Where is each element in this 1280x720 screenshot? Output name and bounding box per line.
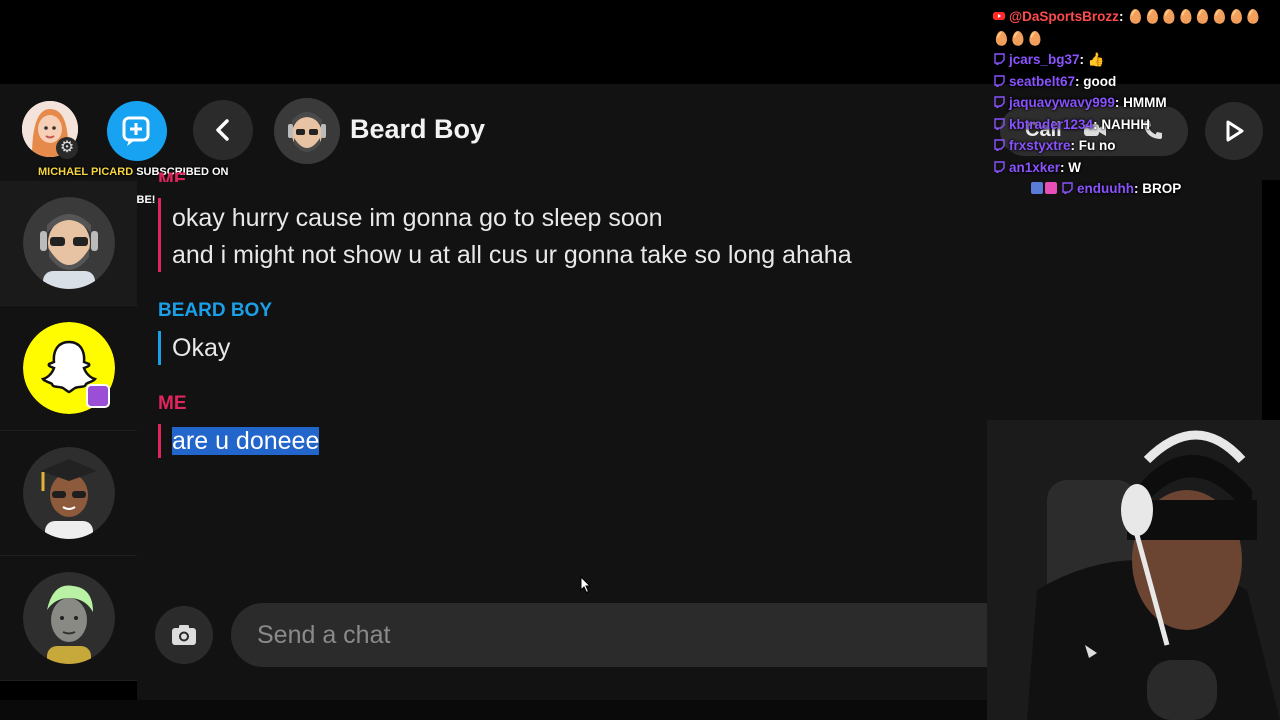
sidebar-item-team-snapchat[interactable]	[0, 306, 137, 431]
subscriber-banner: MICHAEL PICARD SUBSCRIBED ON	[38, 166, 229, 178]
message-text[interactable]: okay hurry cause im gonna go to sleep so…	[172, 204, 663, 233]
chat-line: kbtrader1234: NAHHH	[993, 114, 1273, 136]
streamer-webcam	[987, 420, 1280, 720]
chat-message: 🥚🥚🥚🥚🥚🥚🥚🥚	[1127, 9, 1262, 24]
back-button[interactable]	[193, 100, 253, 160]
chevron-left-icon	[216, 119, 229, 141]
chat-username: jaquavywavy999	[1009, 95, 1115, 110]
sidebar-item-graduate-friend[interactable]	[0, 431, 137, 556]
chat-message: Fu no	[1078, 138, 1116, 153]
youtube-icon	[993, 7, 1005, 20]
message-sender-label: ME	[158, 170, 187, 182]
beard-boy-avatar	[23, 197, 115, 289]
chat-line: 🥚🥚🥚	[993, 28, 1273, 50]
message-text-selected[interactable]: are u doneee	[172, 427, 320, 455]
chat-line: jaquavywavy999: HMMM	[993, 92, 1273, 114]
twitch-icon	[993, 50, 1005, 67]
graduate-friend-avatar	[23, 447, 115, 539]
gear-icon[interactable]: ⚙	[56, 137, 78, 159]
message-text[interactable]: Okay	[172, 334, 230, 363]
chat-message: NAHHH	[1101, 116, 1151, 132]
snapchat-plus-badge	[86, 384, 110, 408]
message-sender-label: BEARD BOY	[158, 300, 273, 321]
message-bar	[158, 331, 161, 365]
chat-message: good	[1083, 73, 1117, 89]
message-bar	[158, 198, 161, 272]
chat-username: frxstyxtre	[1009, 138, 1071, 153]
green-hair-friend-avatar	[23, 572, 115, 664]
chat-line: @DaSportsBrozz: 🥚🥚🥚🥚🥚🥚🥚🥚	[993, 6, 1273, 28]
sidebar-item-beard-boy[interactable]	[0, 181, 137, 306]
chat-message: BROP	[1142, 181, 1182, 196]
chat-input[interactable]	[231, 603, 1051, 667]
sidebar-item-green-hair-friend[interactable]	[0, 556, 137, 681]
twitch-icon	[993, 158, 1005, 175]
heart-badge-icon	[1045, 182, 1057, 194]
subscriber-name: MICHAEL PICARD	[38, 166, 134, 178]
gift-badge-icon	[1031, 182, 1043, 194]
twitch-icon	[993, 115, 1005, 132]
camera-icon	[172, 625, 196, 645]
chat-line: seatbelt67: good	[993, 71, 1273, 93]
stream-chat-overlay: @DaSportsBrozz: 🥚🥚🥚🥚🥚🥚🥚🥚 🥚🥚🥚 jcars_bg37:…	[993, 6, 1273, 200]
chat-username: @DaSportsBrozz	[1009, 9, 1119, 24]
contact-name[interactable]: Beard Boy	[350, 114, 485, 145]
chat-message: 👍	[1087, 52, 1105, 67]
new-chat-button[interactable]	[107, 101, 167, 161]
chat-username: enduuhh	[1077, 181, 1134, 196]
chat-message: HMMM	[1123, 95, 1167, 110]
chat-username: seatbelt67	[1009, 73, 1076, 89]
chat-username: jcars_bg37	[1009, 52, 1080, 67]
message-text[interactable]: and i might not show u at all cus ur gon…	[172, 241, 852, 270]
chat-message: 🥚🥚🥚	[993, 30, 1044, 46]
message-sender-label: ME	[158, 393, 187, 414]
twitch-icon	[1061, 179, 1073, 196]
chat-line: an1xker: W	[993, 157, 1273, 179]
chat-line: enduuhh: BROP	[993, 178, 1273, 200]
twitch-icon	[993, 72, 1005, 89]
twitch-icon	[993, 136, 1005, 153]
message-bar	[158, 424, 161, 458]
chat-line: jcars_bg37: 👍	[993, 49, 1273, 71]
camera-button[interactable]	[155, 606, 213, 664]
chat-username: kbtrader1234	[1009, 116, 1094, 132]
chat-username: an1xker	[1009, 159, 1061, 175]
mouse-cursor-icon	[580, 576, 592, 594]
twitch-icon	[993, 93, 1005, 110]
contact-avatar[interactable]	[274, 98, 340, 164]
chat-line: frxstyxtre: Fu no	[993, 135, 1273, 157]
chat-message: W	[1068, 159, 1082, 175]
new-chat-icon	[122, 116, 150, 146]
